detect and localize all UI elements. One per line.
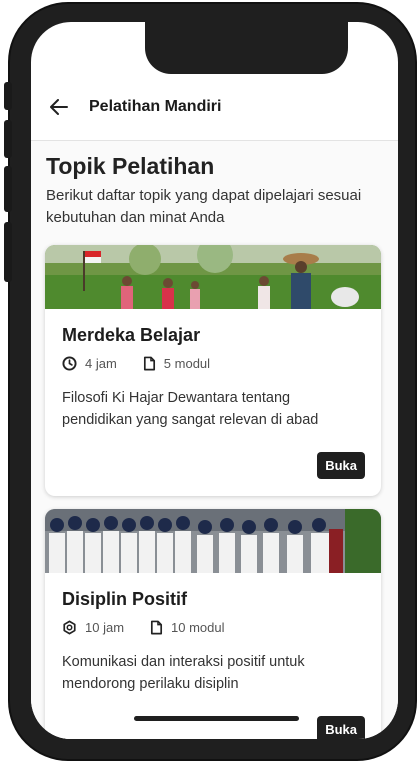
content-area: Topik Pelatihan Berikut daftar topik yan… bbox=[31, 141, 398, 739]
document-icon bbox=[143, 356, 155, 371]
card-description: Filosofi Ki Hajar Dewantara tentang pend… bbox=[62, 390, 319, 428]
arrow-left-icon[interactable] bbox=[47, 95, 71, 119]
card-image-children-flag bbox=[45, 245, 381, 309]
phone-side-button-power bbox=[4, 222, 12, 282]
card-meta: 10 jam 10 modul bbox=[62, 620, 251, 635]
topic-card-merdeka-belajar[interactable]: Merdeka Belajar 4 jam 5 modul Filosofi K… bbox=[45, 245, 381, 496]
card-modules: 5 modul bbox=[143, 356, 210, 371]
card-title: Disiplin Positif bbox=[62, 589, 188, 609]
phone-side-button-mute bbox=[4, 82, 12, 110]
card-duration-label: 10 jam bbox=[85, 620, 125, 635]
document-icon bbox=[151, 620, 163, 635]
page-title: Topik Pelatihan bbox=[46, 153, 215, 179]
card-title: Merdeka Belajar bbox=[62, 325, 201, 345]
phone-side-button-volume-down bbox=[4, 166, 12, 212]
card-meta: 4 jam 5 modul bbox=[62, 356, 236, 371]
page-description: Berikut daftar topik yang dapat dipelaja… bbox=[46, 187, 362, 226]
card-modules: 10 modul bbox=[150, 620, 225, 635]
open-button[interactable]: Buka bbox=[317, 452, 365, 479]
card-duration: 4 jam bbox=[62, 356, 117, 371]
phone-notch bbox=[145, 22, 348, 74]
phone-side-button-volume-up bbox=[4, 120, 12, 158]
card-duration: 10 jam bbox=[62, 620, 124, 635]
home-indicator[interactable] bbox=[134, 716, 299, 721]
phone-screen: Pelatihan Mandiri Topik Pelatihan Beriku… bbox=[31, 22, 398, 739]
card-description: Komunikasi dan interaksi positif untuk m… bbox=[62, 654, 305, 692]
open-button[interactable]: Buka bbox=[317, 716, 365, 739]
card-image-students-saluting bbox=[45, 509, 381, 573]
card-modules-label: 5 modul bbox=[163, 356, 211, 371]
topic-card-disiplin-positif[interactable]: Disiplin Positif 10 jam 10 modul Komunik… bbox=[45, 509, 381, 739]
hexagon-icon bbox=[63, 620, 76, 635]
card-modules-label: 10 modul bbox=[171, 620, 225, 635]
app-bar: Pelatihan Mandiri bbox=[31, 74, 398, 141]
app-bar-title: Pelatihan Mandiri bbox=[89, 98, 222, 115]
card-duration-label: 4 jam bbox=[85, 356, 117, 371]
clock-icon bbox=[62, 356, 77, 371]
